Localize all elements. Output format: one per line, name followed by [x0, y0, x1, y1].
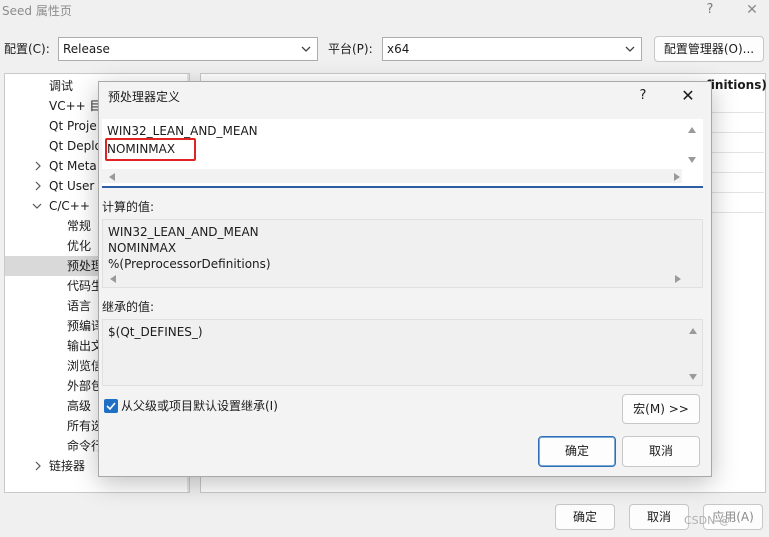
- inherited-line-1: $(Qt_DEFINES_): [108, 325, 203, 339]
- grid-row-divider: [712, 112, 764, 113]
- horizontal-scrollbar[interactable]: [102, 169, 682, 183]
- tree-item-vcpp[interactable]: VC++ 目: [49, 96, 102, 116]
- close-icon[interactable]: ✕: [676, 86, 700, 106]
- dialog-title: 预处理器定义: [108, 90, 181, 104]
- computed-values-box[interactable]: WIN32_LEAN_AND_MEAN NOMINMAX %(Preproces…: [102, 219, 703, 288]
- scroll-left-icon[interactable]: [107, 172, 117, 182]
- window-title: Seed 属性页: [2, 4, 72, 18]
- tree-item-advanced[interactable]: 高级: [67, 396, 91, 416]
- grid-row-divider: [712, 172, 764, 173]
- checkmark-icon: [106, 402, 116, 411]
- tree-item-debug[interactable]: 调试: [49, 76, 73, 96]
- property-grid-header: finitions): [706, 78, 767, 92]
- grid-row-divider: [712, 132, 764, 133]
- chevron-down-icon: [301, 46, 311, 52]
- tree-item-language[interactable]: 语言: [67, 296, 91, 316]
- config-manager-button[interactable]: 配置管理器(O)...: [654, 36, 764, 62]
- config-value: Release: [63, 42, 110, 56]
- chevron-right-icon[interactable]: [33, 181, 43, 191]
- main-ok-button[interactable]: 确定: [555, 504, 615, 530]
- scroll-right-icon[interactable]: [673, 274, 683, 284]
- tree-item-qt-user[interactable]: Qt User: [49, 176, 94, 196]
- chevron-right-icon[interactable]: [33, 461, 43, 471]
- computed-line-2: NOMINMAX: [108, 241, 177, 255]
- platform-value: x64: [387, 42, 410, 56]
- tree-item-general[interactable]: 常规: [67, 216, 91, 236]
- grid-row-divider: [712, 212, 764, 213]
- computed-line-1: WIN32_LEAN_AND_MEAN: [108, 225, 259, 239]
- dialog-cancel-button[interactable]: 取消: [622, 436, 700, 467]
- scroll-down-icon[interactable]: [688, 372, 698, 382]
- platform-select[interactable]: x64: [382, 37, 642, 61]
- computed-values-label: 计算的值:: [102, 200, 155, 214]
- inherited-values-box[interactable]: $(Qt_DEFINES_): [102, 319, 703, 386]
- chevron-down-icon[interactable]: [32, 201, 42, 211]
- edit-line-1: WIN32_LEAN_AND_MEAN: [107, 124, 258, 138]
- scroll-right-icon[interactable]: [672, 172, 682, 182]
- chevron-right-icon[interactable]: [33, 161, 43, 171]
- dialog-ok-button[interactable]: 确定: [538, 436, 616, 467]
- horizontal-scrollbar[interactable]: [103, 270, 683, 286]
- inherit-checkbox-label[interactable]: 从父级或项目默认设置继承(I): [121, 398, 278, 414]
- scroll-left-icon[interactable]: [108, 274, 118, 284]
- tree-item-qt-project[interactable]: Qt Proje: [49, 116, 97, 136]
- tree-item-linker[interactable]: 链接器: [49, 456, 85, 476]
- chevron-down-icon: [625, 46, 635, 52]
- highlight-box: [105, 138, 196, 161]
- inherit-checkbox[interactable]: [104, 399, 118, 413]
- scroll-down-icon[interactable]: [687, 155, 697, 165]
- close-icon[interactable]: ✕: [740, 0, 764, 20]
- tree-item-qt-meta[interactable]: Qt Meta: [49, 156, 97, 176]
- grid-row-divider: [712, 192, 764, 193]
- platform-label: 平台(P):: [328, 42, 373, 56]
- tree-item-qt-deploy[interactable]: Qt Deplo: [49, 136, 102, 156]
- scroll-up-icon[interactable]: [688, 326, 698, 336]
- inherited-values-label: 继承的值:: [102, 300, 155, 314]
- watermark: CSDN @ · ·: [684, 514, 744, 527]
- help-icon[interactable]: ?: [633, 86, 653, 106]
- help-icon[interactable]: ?: [700, 0, 720, 20]
- grid-row-divider: [712, 152, 764, 153]
- main-cancel-button[interactable]: 取消: [629, 504, 689, 530]
- config-select[interactable]: Release: [58, 37, 318, 61]
- scroll-up-icon[interactable]: [687, 125, 697, 135]
- tree-item-cpp[interactable]: C/C++: [49, 196, 90, 216]
- config-label: 配置(C):: [4, 42, 50, 56]
- tree-item-optimization[interactable]: 优化: [67, 236, 91, 256]
- macro-button[interactable]: 宏(M) >>: [622, 394, 700, 424]
